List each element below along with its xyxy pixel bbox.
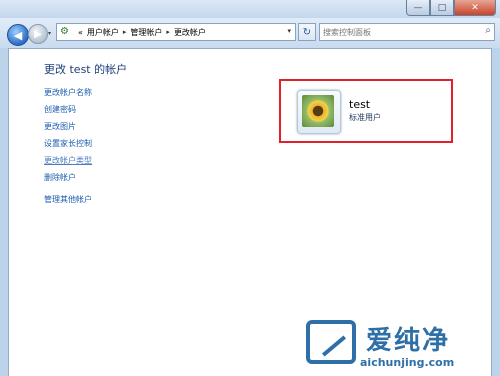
recent-pages-dropdown[interactable]: ▾ bbox=[48, 30, 51, 37]
watermark-logo-icon bbox=[306, 320, 356, 364]
flower-picture-icon bbox=[302, 95, 334, 127]
breadcrumb-user-accounts[interactable]: 用户帐户 bbox=[87, 27, 119, 38]
back-arrow-icon: ◀ bbox=[13, 28, 23, 42]
minimize-button[interactable]: — bbox=[406, 0, 430, 16]
watermark: 爱纯净 aichunjing.com bbox=[306, 318, 496, 372]
link-create-password[interactable]: 创建密码 bbox=[44, 104, 76, 115]
window-frame: — □ ✕ ◀ ▶ ▾ ⚙ « 用户帐户 ▸ 管理帐户 ▸ 更改帐户 ▾ ↻ ⌕… bbox=[0, 0, 500, 376]
search-icon[interactable]: ⌕ bbox=[485, 25, 491, 36]
back-button[interactable]: ◀ bbox=[7, 24, 29, 46]
breadcrumb-change-account[interactable]: 更改帐户 bbox=[174, 27, 206, 38]
forward-arrow-icon: ▶ bbox=[34, 28, 42, 40]
caption-buttons: — □ ✕ bbox=[406, 0, 496, 16]
refresh-icon: ↻ bbox=[302, 26, 312, 38]
account-card: test 标准用户 bbox=[279, 79, 453, 143]
refresh-button[interactable]: ↻ bbox=[298, 23, 316, 41]
avatar bbox=[297, 90, 341, 134]
title-bar: — □ ✕ bbox=[0, 0, 500, 18]
link-change-account-type[interactable]: 更改帐户类型 bbox=[44, 155, 92, 166]
link-parental-controls[interactable]: 设置家长控制 bbox=[44, 138, 92, 149]
close-button[interactable]: ✕ bbox=[454, 0, 496, 16]
breadcrumb-separator[interactable]: ▸ bbox=[166, 28, 170, 36]
address-bar[interactable]: ⚙ « 用户帐户 ▸ 管理帐户 ▸ 更改帐户 ▾ bbox=[56, 23, 296, 41]
account-type: 标准用户 bbox=[349, 113, 381, 122]
forward-button[interactable]: ▶ bbox=[28, 24, 48, 44]
control-panel-icon: ⚙ bbox=[60, 26, 69, 37]
breadcrumb-manage-accounts[interactable]: 管理帐户 bbox=[130, 27, 162, 38]
maximize-button[interactable]: □ bbox=[430, 0, 454, 16]
address-dropdown-icon[interactable]: ▾ bbox=[287, 27, 291, 35]
link-change-account-name[interactable]: 更改帐户名称 bbox=[44, 87, 92, 98]
page-title: 更改 test 的帐户 bbox=[44, 63, 128, 76]
watermark-brand: 爱纯净 bbox=[366, 326, 451, 356]
link-change-picture[interactable]: 更改图片 bbox=[44, 121, 76, 132]
link-manage-other-accounts[interactable]: 管理其他帐户 bbox=[44, 194, 92, 205]
breadcrumb-separator[interactable]: ▸ bbox=[123, 28, 127, 36]
search-box[interactable]: ⌕ bbox=[319, 23, 495, 41]
account-name: test bbox=[349, 98, 371, 111]
search-input[interactable] bbox=[323, 25, 473, 39]
watermark-url: aichunjing.com bbox=[360, 356, 455, 369]
breadcrumb-prefix[interactable]: « bbox=[78, 28, 83, 37]
link-delete-account[interactable]: 删除帐户 bbox=[44, 172, 76, 183]
